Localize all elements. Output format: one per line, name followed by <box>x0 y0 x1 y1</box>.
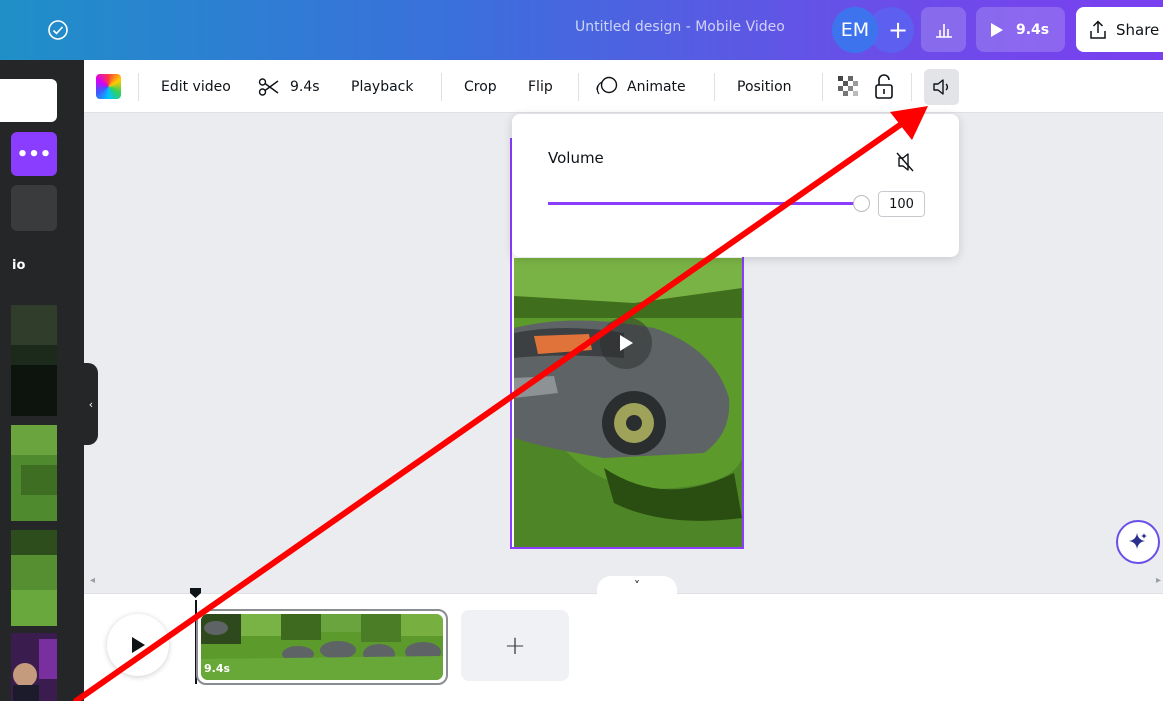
magic-sparkle-button[interactable] <box>1116 520 1160 564</box>
toolbar-divider <box>911 73 912 101</box>
volume-label: Volume <box>548 149 604 167</box>
panel-filter-button[interactable] <box>11 185 57 231</box>
mute-icon[interactable] <box>892 150 920 174</box>
speaker-icon <box>932 79 948 95</box>
play-icon <box>620 335 633 351</box>
timeline-toggle-button[interactable]: ˅ <box>597 576 677 596</box>
animate-label: Animate <box>627 78 686 95</box>
animate-button[interactable]: Animate <box>595 60 686 113</box>
sparkle-icon <box>1129 533 1147 549</box>
plus-label: + <box>887 16 909 44</box>
unlocked-lock-icon[interactable] <box>874 74 894 100</box>
scroll-right-arrow[interactable]: ▸ <box>1156 575 1161 586</box>
edit-video-button[interactable]: Edit video <box>161 60 231 113</box>
document-title[interactable]: Untitled design - Mobile Video <box>575 19 785 35</box>
toolbar-divider <box>578 73 579 101</box>
position-button[interactable]: Position <box>737 60 792 113</box>
share-label: Share <box>1116 20 1160 39</box>
toolbar-divider <box>138 73 139 101</box>
crop-button[interactable]: Crop <box>464 60 497 113</box>
color-picker-button[interactable] <box>96 74 121 99</box>
user-avatar[interactable]: EM <box>832 7 878 53</box>
add-clip-button[interactable]: + <box>461 610 569 681</box>
scroll-left-arrow[interactable]: ◂ <box>90 575 95 586</box>
flip-button[interactable]: Flip <box>528 60 553 113</box>
clip-filmstrip <box>201 614 443 680</box>
timeline-video-clip[interactable] <box>196 609 448 685</box>
video-thumbnail[interactable] <box>11 633 57 701</box>
more-options-button[interactable]: ••• <box>11 132 57 176</box>
video-play-button[interactable] <box>600 317 652 369</box>
trim-duration: 9.4s <box>290 78 320 95</box>
panel-section-label: io <box>12 258 26 273</box>
share-icon <box>1090 19 1106 39</box>
playback-button[interactable]: Playback <box>351 60 413 113</box>
bar-chart-icon <box>935 23 952 38</box>
toolbar-divider <box>441 73 442 101</box>
present-duration: 9.4s <box>1016 21 1050 38</box>
clip-duration-label: 9.4s <box>204 662 231 675</box>
panel-search-input[interactable] <box>0 79 57 122</box>
present-button[interactable]: 9.4s <box>976 7 1065 52</box>
volume-slider-handle[interactable] <box>853 195 870 212</box>
play-icon <box>991 22 1003 37</box>
cloud-saved-icon[interactable] <box>46 18 70 42</box>
transparency-icon[interactable] <box>838 76 860 98</box>
video-thumbnail[interactable] <box>11 530 57 626</box>
volume-button[interactable] <box>924 69 959 105</box>
animate-icon <box>596 76 618 94</box>
video-thumbnail[interactable] <box>11 425 57 521</box>
trim-button[interactable]: 9.4s <box>258 60 320 113</box>
volume-value-input[interactable]: 100 <box>878 191 925 217</box>
toolbar-divider <box>714 73 715 101</box>
insights-button[interactable] <box>921 7 966 52</box>
video-frame-image <box>514 258 742 547</box>
scissors-icon <box>258 77 279 96</box>
volume-popover: Volume 100 <box>512 114 959 257</box>
video-thumbnail[interactable] <box>11 305 57 416</box>
toolbar-divider <box>822 73 823 101</box>
timeline-play-button[interactable] <box>107 614 169 676</box>
play-icon <box>132 637 145 653</box>
volume-slider-track[interactable] <box>548 202 861 205</box>
volume-slider-fill <box>548 202 861 205</box>
side-panel-content: ••• io <box>0 60 84 701</box>
playhead-marker-icon[interactable] <box>189 587 202 599</box>
collapse-panel-button[interactable]: ‹ <box>84 363 98 445</box>
share-button[interactable]: Share <box>1076 7 1163 52</box>
